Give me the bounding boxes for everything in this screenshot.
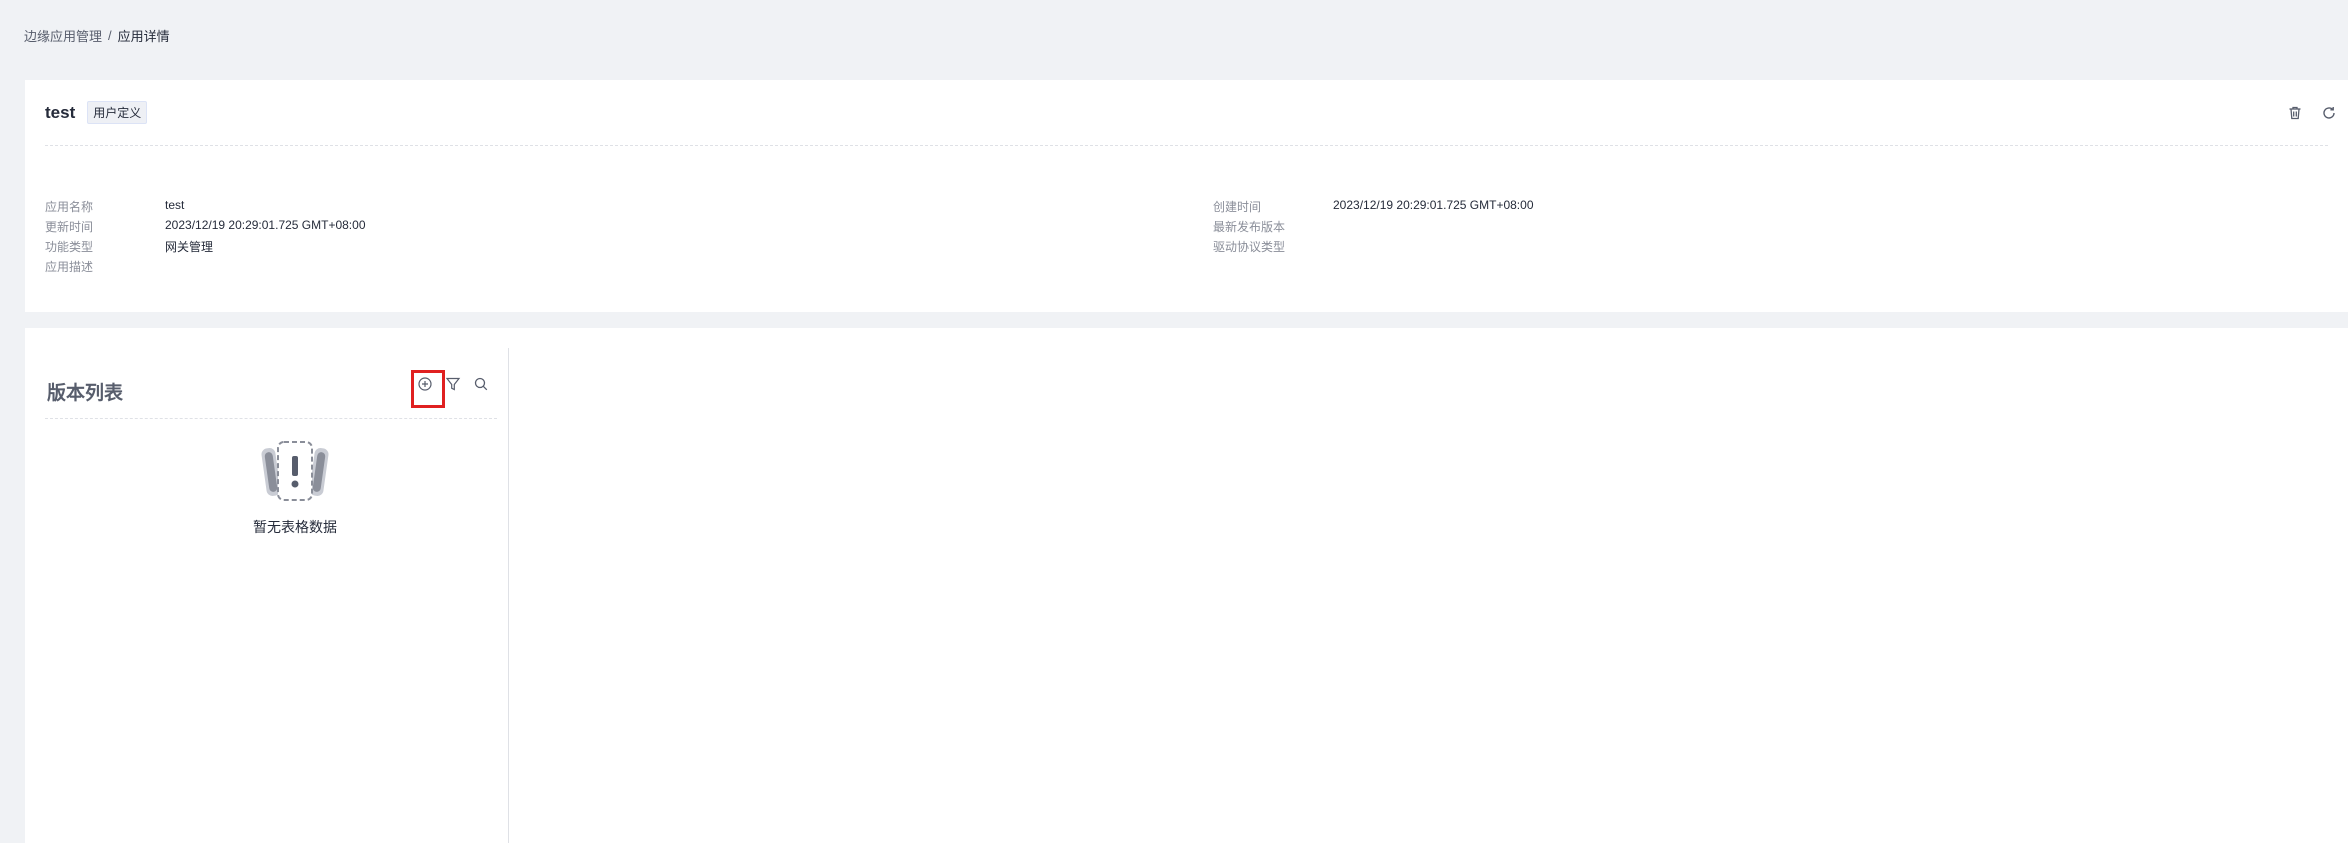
add-version-button[interactable] [416,375,434,393]
breadcrumb-separator: / [108,28,112,43]
left-edge [0,0,5,843]
breadcrumb-current: 应用详情 [117,29,170,44]
app-detail-page: 边缘应用管理 / 应用详情 test 用户定义 应用名称 test 更新时间 2… [0,0,2348,843]
refresh-button[interactable] [2320,104,2338,122]
field-value: 2023/12/19 20:29:01.725 GMT+08:00 [1333,198,1534,212]
field-row-updated: 更新时间 2023/12/19 20:29:01.725 GMT+08:00 [45,218,745,238]
field-row-app-name: 应用名称 test [45,198,745,218]
field-label: 最新发布版本 [1213,220,1286,234]
field-label: 应用名称 [45,200,94,214]
field-row-latest-version: 最新发布版本 [1213,218,1913,238]
filter-button[interactable] [444,375,462,393]
filter-icon [445,377,461,391]
empty-state: 暂无表格数据 [205,438,385,537]
app-detail-card: test 用户定义 应用名称 test 更新时间 2023/12/19 20:2… [25,80,2348,312]
field-label: 创建时间 [1213,200,1262,214]
breadcrumb-parent-link[interactable]: 边缘应用管理 [24,26,102,45]
field-row-created: 创建时间 2023/12/19 20:29:01.725 GMT+08:00 [1213,198,1913,218]
app-type-tag: 用户定义 [87,101,148,124]
trash-icon [2289,106,2301,120]
field-row-driver-protocol: 驱动协议类型 [1213,238,1913,258]
header-actions [2286,104,2338,122]
field-label: 应用描述 [45,260,94,274]
field-value: 2023/12/19 20:29:01.725 GMT+08:00 [165,218,366,232]
version-list-tools [416,375,490,393]
version-card: 版本列表 暂无表格数据 [25,328,2348,843]
app-title: test [45,102,76,122]
version-list-divider [45,418,497,419]
delete-button[interactable] [2286,104,2304,122]
field-label: 功能类型 [45,240,94,254]
search-button[interactable] [472,375,490,393]
field-row-description: 应用描述 [45,258,745,278]
version-list-panel: 版本列表 暂无表格数据 [25,348,509,843]
empty-text: 暂无表格数据 [253,519,337,535]
breadcrumb: 边缘应用管理 / 应用详情 [24,26,170,45]
field-row-function-type: 功能类型 网关管理 [45,238,745,258]
search-icon [474,377,488,391]
field-label: 更新时间 [45,220,94,234]
version-list-title: 版本列表 [47,383,124,404]
field-value: 网关管理 [165,240,214,254]
empty-data-illustration [261,441,329,501]
add-circle-icon [418,377,432,391]
field-value: test [165,198,185,212]
field-label: 驱动协议类型 [1213,240,1286,254]
app-detail-header: test 用户定义 [45,80,2335,146]
refresh-icon [2323,107,2335,119]
